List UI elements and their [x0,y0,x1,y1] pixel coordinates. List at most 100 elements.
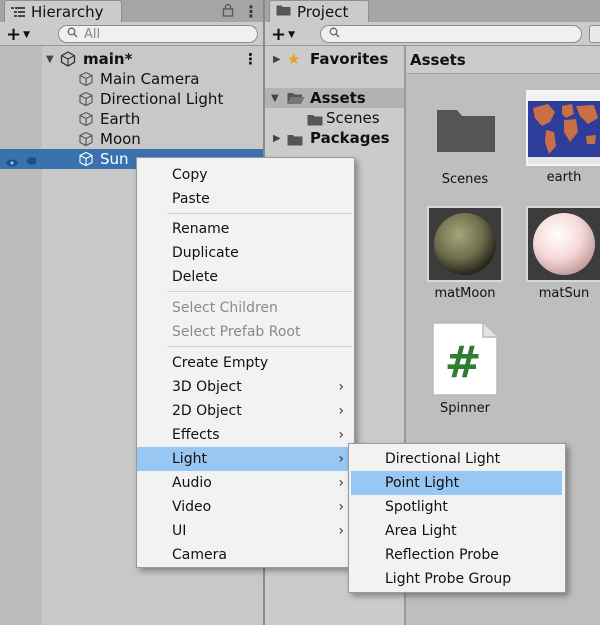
kebab-menu-icon[interactable]: ⋮ [243,2,259,21]
menu-item-label: Area Light [385,523,457,539]
project-tab-label: Project [297,2,349,21]
search-icon [67,27,78,42]
hierarchy-toolbar: + ▼ All [0,22,263,46]
search-placeholder: All [84,26,101,42]
hierarchy-item-moon[interactable]: Moon [0,129,263,149]
expand-arrow-icon[interactable]: ▼ [46,54,54,65]
menu-item-duplicate[interactable]: Duplicate [137,241,354,265]
hierarchy-list-icon [11,6,25,18]
menu-item-label: Directional Light [385,451,501,467]
asset-scenes-folder[interactable]: Scenes [423,92,507,187]
lock-icon[interactable] [222,3,234,21]
plus-icon: + [271,24,287,45]
assets-header: Assets [406,46,600,74]
menu-item-label: Point Light [385,475,460,491]
expand-arrow-icon[interactable]: ▶ [273,54,281,65]
asset-label: Scenes [441,172,489,187]
asset-matsun-material[interactable]: matSun [522,206,600,301]
create-asset-dropdown-button[interactable]: + ▼ [271,24,295,45]
folder-icon [287,132,303,150]
menu-item-copy[interactable]: Copy [137,163,354,187]
asset-label: earth [546,170,582,185]
hierarchy-item-earth[interactable]: Earth [0,109,263,129]
menu-separator [167,346,352,347]
menu-item-paste[interactable]: Paste [137,187,354,211]
submenu-arrow-icon: › [338,451,344,467]
submenu-item-light-probe-group[interactable]: Light Probe Group [349,567,565,591]
tree-item-label: Scenes [326,109,380,127]
hierarchy-tab-label: Hierarchy [31,2,104,21]
menu-item-label: Duplicate [172,245,239,261]
material-sphere-thumbnail [526,206,600,282]
hierarchy-item-label: Moon [100,130,141,148]
hierarchy-item-directional-light[interactable]: Directional Light [0,89,263,109]
menu-item-label: Audio [172,475,212,491]
earth-texture-thumbnail [526,90,600,166]
menu-item-2d-object[interactable]: 2D Object › [137,399,354,423]
submenu-item-reflection-probe[interactable]: Reflection Probe [349,543,565,567]
project-tab-bar: Project [265,0,600,22]
menu-item-light[interactable]: Light › [137,447,354,471]
menu-item-select-children: Select Children [137,296,354,320]
menu-item-label: Delete [172,269,218,285]
tree-item-packages[interactable]: ▶ Packages [265,128,404,148]
folder-icon [276,4,291,20]
assets-header-label: Assets [410,50,466,69]
menu-item-label: Reflection Probe [385,547,499,563]
submenu-item-directional-light[interactable]: Directional Light [349,447,565,471]
tree-item-scenes[interactable]: Scenes [265,108,404,128]
pickable-hand-icon[interactable] [24,153,38,171]
gameobject-cube-icon [78,131,94,147]
menu-item-camera[interactable]: Camera [137,543,354,567]
scene-name: main* [83,50,133,68]
filter-icon[interactable] [589,25,600,43]
menu-item-rename[interactable]: Rename [137,217,354,241]
menu-item-audio[interactable]: Audio › [137,471,354,495]
asset-spinner-script[interactable]: # Spinner [423,321,507,416]
menu-item-label: Spotlight [385,499,448,515]
svg-text:#: # [445,337,482,388]
asset-earth-texture[interactable]: earth [522,90,600,185]
menu-separator [167,291,352,292]
create-dropdown-button[interactable]: + ▼ [6,24,30,45]
submenu-item-spotlight[interactable]: Spotlight [349,495,565,519]
asset-matmoon-material[interactable]: matMoon [423,206,507,301]
menu-item-create-empty[interactable]: Create Empty [137,351,354,375]
submenu-item-point-light[interactable]: Point Light [351,471,562,495]
menu-item-label: Camera [172,547,227,563]
caret-down-icon: ▼ [288,29,296,40]
project-search-input[interactable] [320,25,582,43]
submenu-arrow-icon: › [338,403,344,419]
menu-item-ui[interactable]: UI › [137,519,354,543]
tree-item-label: Assets [310,89,366,107]
hierarchy-tab-bar: Hierarchy ⋮ [0,0,263,22]
expand-arrow-icon[interactable]: ▶ [273,133,281,144]
gameobject-cube-icon [78,91,94,107]
tree-item-favorites[interactable]: ▶ ★ Favorites [265,49,404,69]
scene-row[interactable]: ▼ main* ⋮ [0,49,263,69]
menu-item-3d-object[interactable]: 3D Object › [137,375,354,399]
expand-arrow-icon[interactable]: ▼ [271,93,279,104]
visibility-eye-icon[interactable] [6,154,18,172]
menu-item-video[interactable]: Video › [137,495,354,519]
hierarchy-item-label: Sun [100,150,129,168]
tree-item-label: Favorites [310,50,389,68]
menu-item-label: Rename [172,221,230,237]
asset-label: Spinner [440,401,490,416]
light-submenu: Directional Light Point Light Spotlight … [348,443,566,593]
submenu-item-area-light[interactable]: Area Light [349,519,565,543]
hierarchy-item-main-camera[interactable]: Main Camera [0,69,263,89]
scene-kebab-icon[interactable]: ⋮ [243,50,258,68]
project-tab[interactable]: Project [269,0,369,22]
menu-item-delete[interactable]: Delete [137,265,354,289]
submenu-arrow-icon: › [338,379,344,395]
menu-item-effects[interactable]: Effects › [137,423,354,447]
hierarchy-search-input[interactable]: All [58,25,258,43]
menu-item-label: UI [172,523,187,539]
unity-scene-icon [60,51,76,71]
hierarchy-tab[interactable]: Hierarchy [4,0,122,22]
hierarchy-item-label: Earth [100,110,141,128]
tree-item-assets[interactable]: ▼ Assets [265,88,404,108]
menu-item-label: Select Children [172,300,278,316]
open-folder-icon [287,91,305,109]
